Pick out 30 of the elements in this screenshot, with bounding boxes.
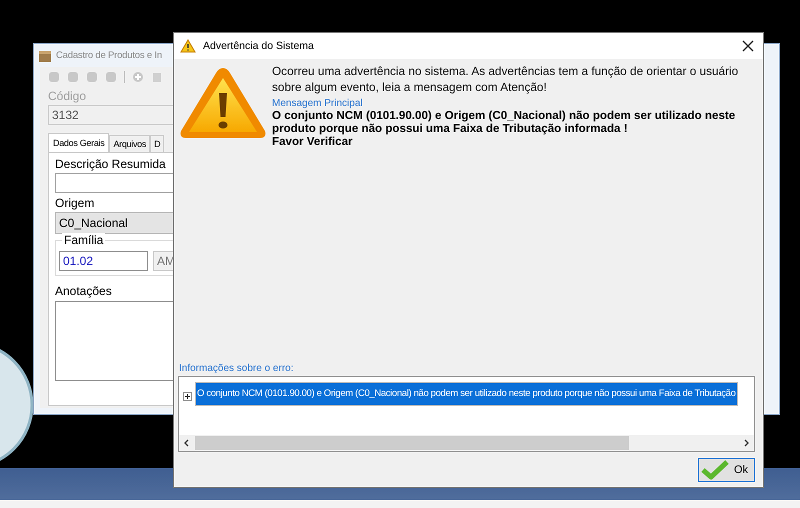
window-title: Cadastro de Produtos e In [56, 50, 162, 61]
intro-text: Ocorreu uma advertência no sistema. As advertências tem a função de orientar o usuário sobre algum evento, leia a mensagem com Atenção! [272, 63, 740, 95]
expand-icon[interactable] [183, 392, 192, 400]
checkmark-icon [701, 460, 729, 480]
tab[interactable]: D [150, 135, 164, 152]
nav-icon[interactable] [105, 71, 117, 83]
field-label: Descrição Resumida [55, 157, 167, 171]
field-label: Código [48, 89, 88, 103]
main-message: O conjunto NCM (0101.90.00) e Origem (C0_Nacional) não podem ser utilizado neste produto porque não possui uma Faixa de Tributação informada ! [272, 109, 736, 135]
tree-item[interactable]: O conjunto NCM (0101.90.00) e Origem (C0_Nacional) não podem ser utilizado neste produto porque não possui uma Faixa de Tributação [195, 382, 738, 406]
tab[interactable]: Arquivos [109, 135, 150, 152]
family-code-field[interactable]: 01.02 [59, 251, 148, 271]
tab[interactable]: Dados Gerais [48, 133, 110, 152]
close-icon[interactable] [742, 40, 754, 52]
box-icon [38, 48, 52, 62]
horizontal-scrollbar[interactable] [179, 435, 754, 451]
plus-icon[interactable] [132, 71, 144, 83]
ok-button[interactable]: Ok [698, 458, 755, 482]
nav-icon[interactable] [86, 71, 98, 83]
warning-icon [180, 39, 196, 53]
field-label: Origem [55, 196, 96, 210]
section-label: Mensagem Principal [272, 98, 364, 109]
nav-icon[interactable] [48, 71, 60, 83]
nav-icon[interactable] [67, 71, 79, 83]
section-label: Informações sobre o erro: [179, 363, 294, 374]
field-label: Anotações [55, 284, 113, 298]
main-message: Favor Verificar [272, 135, 354, 148]
group-label: Família [62, 233, 106, 247]
dialog-title: Advertência do Sistema [203, 40, 315, 52]
edit-icon[interactable] [151, 71, 163, 83]
